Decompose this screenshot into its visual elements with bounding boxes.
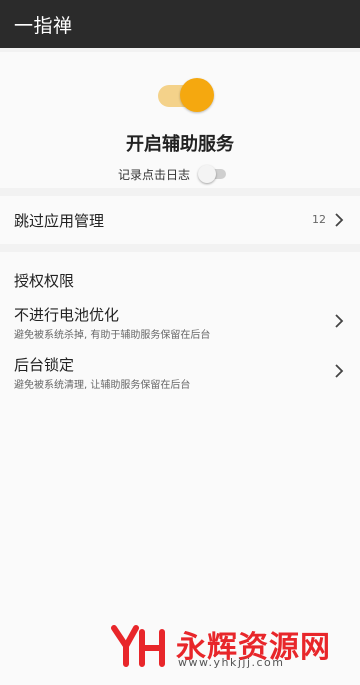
log-toggle-thumb [198,165,217,183]
background-lock-title: 后台锁定 [14,356,75,374]
app-title: 一指禅 [14,14,73,37]
permissions-section-title: 授权权限 [14,272,75,290]
battery-optimization-title: 不进行电池优化 [14,306,120,324]
watermark-logo-icon [111,625,165,667]
background-lock-subtitle: 避免被系统清理, 让辅助服务保留在后台 [14,380,191,391]
chevron-right-icon [334,364,344,378]
service-toggle-thumb [180,78,214,112]
background-lock-row[interactable]: 后台锁定 避免被系统清理, 让辅助服务保留在后台 [0,354,360,400]
watermark: 永辉资源网 www.yhkjjj.com [108,622,330,670]
chevron-right-icon [334,314,344,328]
skip-card: 跳过应用管理 12 [0,196,360,244]
watermark-url: www.yhkjjj.com [178,656,285,669]
app-bar: 一指禅 [0,0,360,48]
log-row: 记录点击日志 [118,164,228,184]
log-label: 记录点击日志 [118,167,191,182]
watermark-text: 永辉资源网 www.yhkjjj.com [176,622,330,670]
log-toggle[interactable] [198,165,228,183]
battery-optimization-row[interactable]: 不进行电池优化 避免被系统杀掉, 有助于辅助服务保留在后台 [0,304,360,350]
service-card: 开启辅助服务 记录点击日志 [0,52,360,188]
chevron-right-icon [334,213,344,227]
battery-optimization-subtitle: 避免被系统杀掉, 有助于辅助服务保留在后台 [14,330,211,341]
service-title: 开启辅助服务 [126,134,234,155]
skip-apps-title: 跳过应用管理 [14,212,105,230]
skip-apps-count: 12 [312,213,326,226]
skip-apps-row[interactable]: 跳过应用管理 12 [0,196,360,244]
permissions-card: 授权权限 不进行电池优化 避免被系统杀掉, 有助于辅助服务保留在后台 后台锁定 … [0,252,360,685]
service-toggle[interactable] [158,78,214,114]
